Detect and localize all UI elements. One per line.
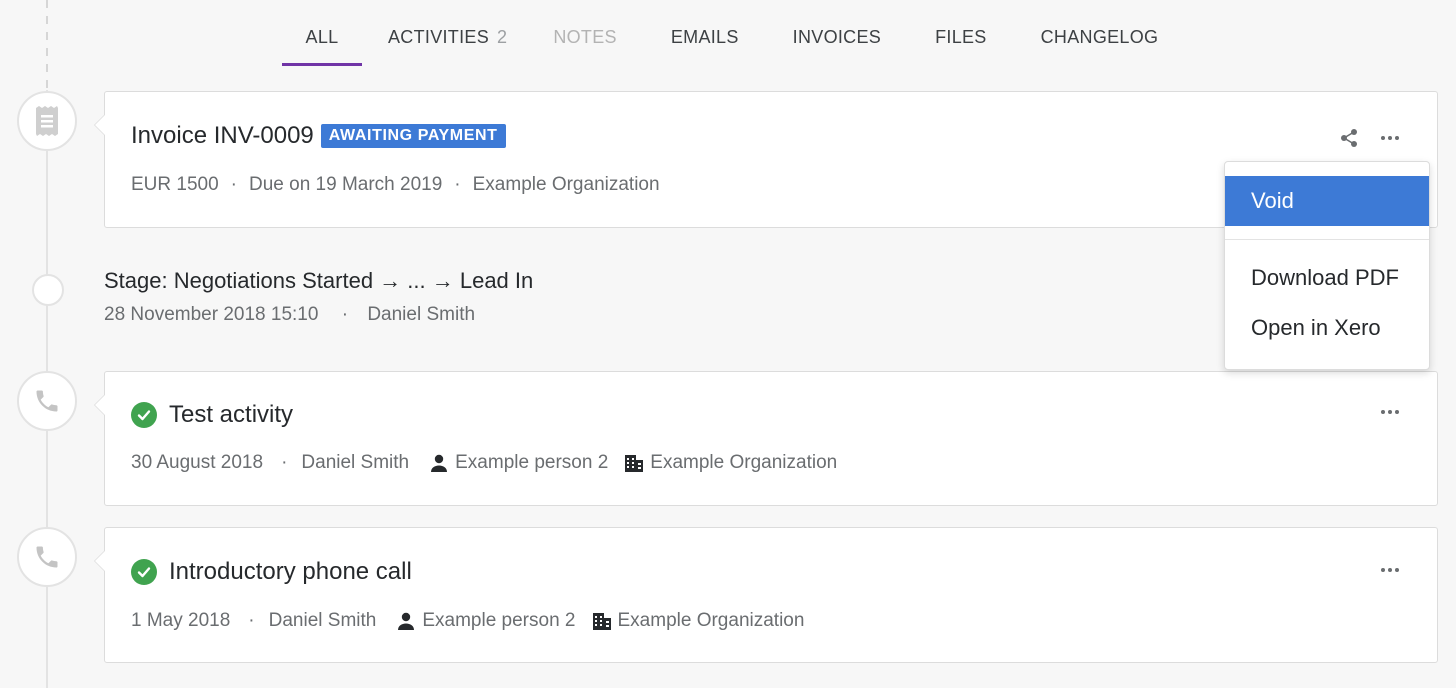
separator-dot: · [341, 304, 349, 325]
activity-person[interactable]: Example person 2 [422, 610, 575, 632]
activity-user[interactable]: Daniel Smith [301, 452, 409, 474]
menu-divider [1225, 239, 1429, 240]
tab-label: ACTIVITIES [388, 27, 490, 47]
activity-title-row: Test activity [131, 401, 293, 429]
invoice-organization[interactable]: Example Organization [473, 174, 660, 196]
activity-date: 30 August 2018 [131, 452, 264, 473]
tab-files[interactable]: FILES [915, 0, 1007, 66]
menu-item-open-in-xero[interactable]: Open in Xero [1225, 303, 1429, 353]
activity-title-row: Introductory phone call [131, 558, 412, 586]
tab-label: EMAILS [670, 27, 739, 47]
activity-meta: 1 May 2018 · Daniel Smith Example person… [131, 610, 804, 632]
stage-meta: 28 November 2018 15:10 · Daniel Smith [104, 304, 475, 326]
stage-marker [32, 274, 64, 306]
activity-date: 1 May 2018 [131, 610, 231, 631]
phone-icon [36, 390, 58, 412]
share-icon[interactable] [1339, 128, 1359, 148]
timeline-dash [46, 0, 48, 90]
tab-changelog[interactable]: CHANGELOG [1021, 0, 1179, 66]
activity-card[interactable]: Test activity 30 August 2018 · Daniel Sm… [94, 371, 1438, 506]
activity-organization[interactable]: Example Organization [650, 452, 837, 474]
invoice-due-date: Due on 19 March 2019 [249, 174, 443, 195]
tab-emails[interactable]: EMAILS [651, 0, 759, 66]
building-icon [624, 453, 644, 473]
activity-user[interactable]: Daniel Smith [269, 610, 377, 632]
tab-notes[interactable]: NOTES [533, 0, 637, 66]
tab-label: CHANGELOG [1040, 27, 1159, 47]
menu-item-download-pdf[interactable]: Download PDF [1225, 253, 1429, 303]
activity-person[interactable]: Example person 2 [455, 452, 608, 474]
tab-label: NOTES [553, 27, 617, 47]
more-options-icon[interactable] [1377, 564, 1403, 576]
tab-invoices[interactable]: INVOICES [773, 0, 901, 66]
phone-icon [36, 546, 58, 568]
activity-title[interactable]: Test activity [169, 401, 293, 429]
tab-count: 2 [497, 27, 508, 47]
invoice-options-dropdown: Void Download PDF Open in Xero [1224, 161, 1430, 370]
activity-marker [17, 371, 77, 431]
person-icon [429, 453, 449, 473]
tab-activities[interactable]: ACTIVITIES 2 [368, 0, 527, 66]
stage-user[interactable]: Daniel Smith [367, 304, 475, 325]
activity-actions [1377, 406, 1403, 418]
invoice-title-row: Invoice INV-0009 AWAITING PAYMENT [131, 122, 506, 150]
stage-change-title: Stage: Negotiations Started → ... → Lead… [104, 268, 534, 293]
activity-marker [17, 527, 77, 587]
invoice-actions [1339, 128, 1403, 148]
tab-bar: ALL ACTIVITIES 2 NOTES EMAILS INVOICES FI… [282, 0, 1178, 66]
invoice-meta: EUR 1500 · Due on 19 March 2019 · Exampl… [131, 174, 660, 196]
tab-label: ALL [305, 27, 339, 47]
check-circle-icon[interactable] [131, 559, 157, 585]
invoice-marker [17, 91, 77, 151]
receipt-icon [36, 106, 58, 136]
tab-label: INVOICES [792, 27, 882, 47]
menu-item-void[interactable]: Void [1225, 176, 1429, 226]
invoice-amount: EUR 1500 [131, 174, 219, 195]
separator-dot: · [281, 452, 288, 473]
tab-label: FILES [935, 27, 987, 47]
invoice-title[interactable]: Invoice INV-0009 [131, 122, 314, 150]
separator-dot: · [454, 174, 461, 195]
activity-title[interactable]: Introductory phone call [169, 558, 412, 586]
person-icon [396, 611, 416, 631]
separator-dot: · [230, 174, 237, 195]
stage-datetime: 28 November 2018 15:10 [104, 304, 319, 325]
status-badge: AWAITING PAYMENT [320, 124, 506, 148]
separator-dot: · [248, 610, 255, 631]
activity-actions [1377, 564, 1403, 576]
check-circle-icon[interactable] [131, 402, 157, 428]
building-icon [592, 611, 612, 631]
activity-card[interactable]: Introductory phone call 1 May 2018 · Dan… [94, 527, 1438, 663]
more-options-icon[interactable] [1377, 132, 1403, 144]
activity-meta: 30 August 2018 · Daniel Smith Example pe… [131, 452, 837, 474]
activity-organization[interactable]: Example Organization [618, 610, 805, 632]
tab-all[interactable]: ALL [282, 0, 362, 66]
more-options-icon[interactable] [1377, 406, 1403, 418]
